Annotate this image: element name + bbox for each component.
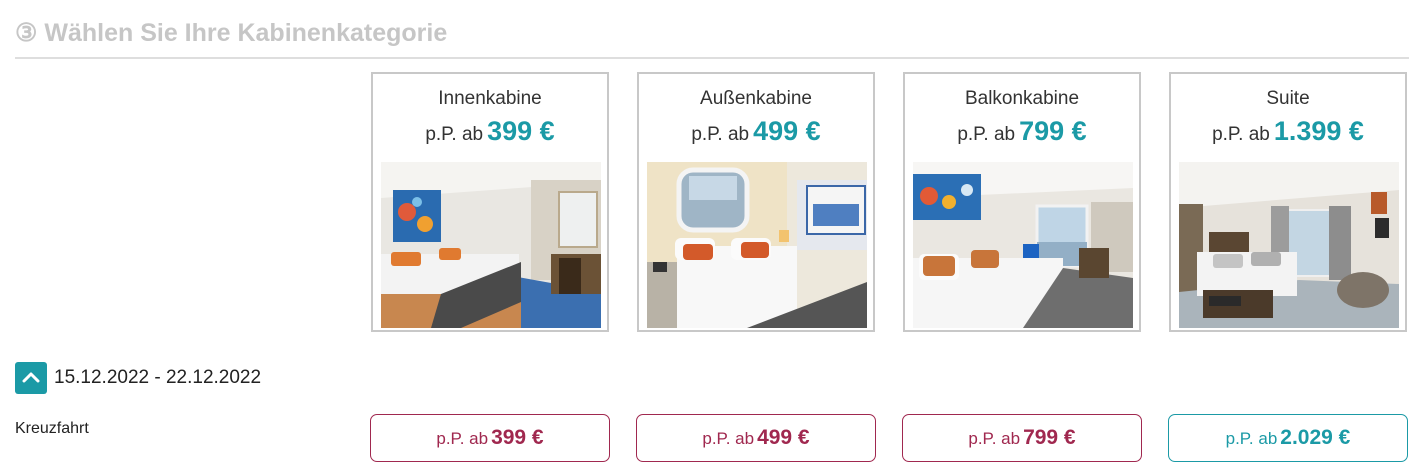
price-amount: 799 € (1023, 426, 1076, 449)
section-divider (15, 57, 1409, 59)
price-button-aussenkabine[interactable]: p.P. ab 499 € (636, 414, 876, 462)
price-prefix: p.P. ab (1212, 124, 1270, 145)
cabin-name: Innenkabine (438, 88, 542, 109)
cabin-price: 499 € (753, 116, 821, 146)
price-prefix: p.P. ab (691, 124, 750, 145)
price-prefix: p.P. ab (968, 429, 1021, 448)
cabin-price-line: p.P. ab 799 € (905, 116, 1139, 147)
cabin-photo (647, 162, 867, 328)
price-button-suite[interactable]: p.P. ab 2.029 € (1168, 414, 1408, 462)
price-button-innenkabine[interactable]: p.P. ab 399 € (370, 414, 610, 462)
cabin-photo (1179, 162, 1399, 328)
cabin-price-line: p.P. ab 499 € (639, 116, 873, 147)
cabin-card-balkonkabine[interactable]: Balkonkabine p.P. ab 799 € (903, 72, 1141, 332)
chevron-up-icon (22, 372, 40, 383)
price-prefix: p.P. ab (702, 429, 755, 448)
cabin-name: Außenkabine (700, 88, 812, 109)
row-label-kreuzfahrt: Kreuzfahrt (15, 420, 89, 437)
cabin-card-innenkabine[interactable]: Innenkabine p.P. ab 399 € (371, 72, 609, 332)
cabin-card-suite[interactable]: Suite p.P. ab 1.399 € (1169, 72, 1407, 332)
price-amount: 2.029 € (1280, 426, 1351, 449)
price-amount: 399 € (491, 426, 544, 449)
cabin-price: 399 € (487, 116, 555, 146)
cabin-price: 1.399 € (1273, 116, 1364, 146)
price-prefix: p.P. ab (425, 124, 484, 145)
cabin-price-line: p.P. ab 1.399 € (1171, 116, 1405, 147)
cabin-photo (913, 162, 1133, 328)
sailing-date-range: 15.12.2022 - 22.12.2022 (54, 367, 262, 388)
price-prefix: p.P. ab (1225, 429, 1278, 448)
price-amount: 499 € (757, 426, 810, 449)
cabin-name: Suite (1266, 88, 1310, 109)
cabin-name: Balkonkabine (964, 88, 1080, 109)
cabin-price-line: p.P. ab 399 € (373, 116, 607, 147)
cabin-card-aussenkabine[interactable]: Außenkabine p.P. ab 499 € (637, 72, 875, 332)
price-prefix: p.P. ab (957, 124, 1016, 145)
cabin-price: 799 € (1019, 116, 1087, 146)
collapse-toggle-button[interactable] (15, 362, 47, 394)
cabin-photo (381, 162, 601, 328)
price-button-balkonkabine[interactable]: p.P. ab 799 € (902, 414, 1142, 462)
section-title: ③ Wählen Sie Ihre Kabinenkategorie (15, 19, 448, 47)
price-prefix: p.P. ab (436, 429, 489, 448)
